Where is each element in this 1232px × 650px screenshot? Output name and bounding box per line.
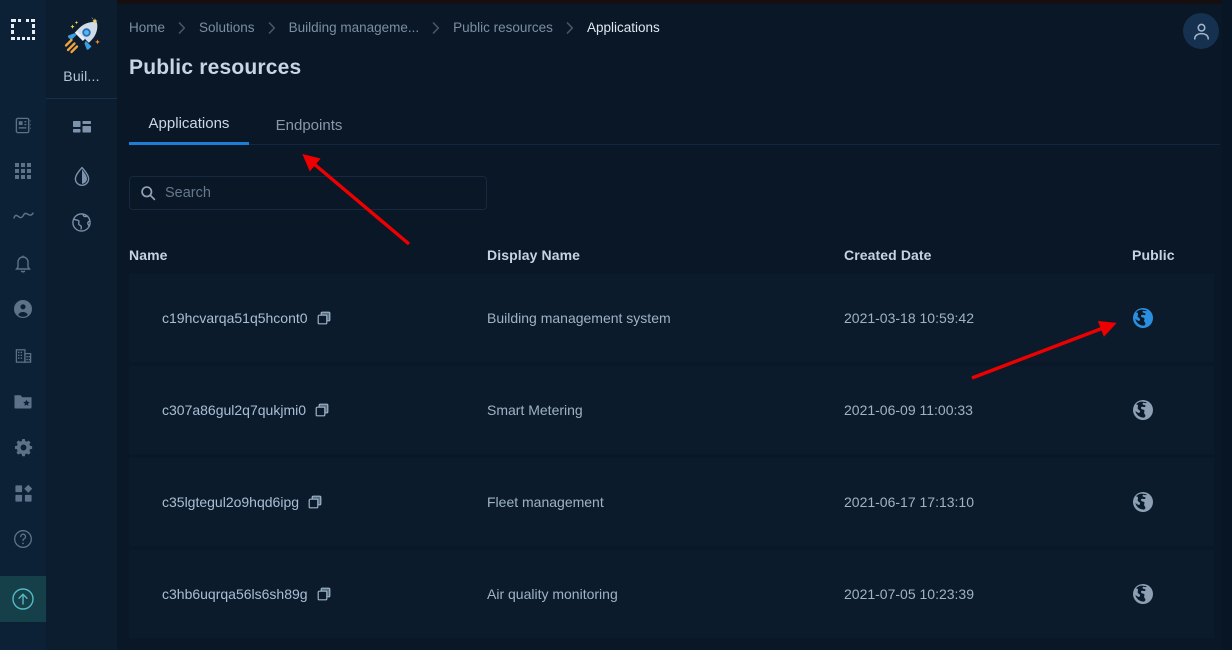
solution-nav-item-dashboard[interactable] <box>46 107 117 153</box>
rail-item-arrow-up-circle-icon[interactable] <box>0 576 46 622</box>
page-title: Public resources <box>129 56 302 79</box>
globe-icon[interactable] <box>1132 583 1154 605</box>
breadcrumb: Home Solutions Building manageme... Publ… <box>129 20 660 35</box>
solution-nav-panel: Buil... <box>46 0 117 650</box>
chevron-right-icon <box>165 21 199 34</box>
globe-icon[interactable] <box>1132 307 1154 329</box>
table-row[interactable]: c35lgtegul2o9hqd6ipg Fleet management 20… <box>129 458 1214 546</box>
cell-display-name: Smart Metering <box>487 402 583 418</box>
rail-item-building-icon[interactable] <box>0 332 46 378</box>
cell-name: c3hb6uqrqa56ls6sh89g <box>129 586 487 602</box>
chevron-right-icon <box>553 21 587 34</box>
chevron-right-icon <box>419 21 453 34</box>
breadcrumb-item-applications[interactable]: Applications <box>587 20 660 35</box>
cell-created-date: 2021-07-05 10:23:39 <box>844 586 974 602</box>
solution-nav-item-theme[interactable] <box>46 153 117 199</box>
column-header-name[interactable]: Name <box>129 247 487 263</box>
cell-display-name: Fleet management <box>487 494 604 510</box>
table-header-row: Name Display Name Created Date Public <box>129 236 1214 274</box>
tab-applications-label: Applications <box>148 115 230 132</box>
dashed-square-logo-icon[interactable] <box>0 8 46 54</box>
cell-name: c307a86gul2q7qukjmi0 <box>129 402 487 418</box>
cell-created-date: 2021-06-09 11:00:33 <box>844 402 973 418</box>
cell-public <box>1132 491 1212 513</box>
table-row[interactable]: c19hcvarqa51q5hcont0 Building management… <box>129 274 1214 362</box>
breadcrumb-item-home[interactable]: Home <box>129 20 165 35</box>
solution-nav-item-public-resources[interactable] <box>46 199 117 245</box>
primary-icon-rail <box>0 0 46 650</box>
cell-name: c19hcvarqa51q5hcont0 <box>129 310 487 326</box>
column-header-created-date[interactable]: Created Date <box>844 247 1132 263</box>
breadcrumb-item-solutions[interactable]: Solutions <box>199 20 255 35</box>
rail-item-widgets-icon[interactable] <box>0 470 46 516</box>
tab-endpoints-label: Endpoints <box>275 116 343 134</box>
application-name: c35lgtegul2o9hqd6ipg <box>162 494 300 510</box>
column-header-display-name[interactable]: Display Name <box>487 247 844 263</box>
copy-icon[interactable] <box>317 587 331 601</box>
globe-icon[interactable] <box>1132 491 1154 513</box>
cell-public <box>1132 307 1212 329</box>
tab-bar: Applications Endpoints <box>129 105 1220 145</box>
search-icon <box>140 185 156 201</box>
rail-item-user-circle-icon[interactable] <box>0 286 46 332</box>
cell-name: c35lgtegul2o9hqd6ipg <box>129 494 487 510</box>
user-avatar-icon[interactable] <box>1183 13 1219 49</box>
column-header-public[interactable]: Public <box>1132 247 1212 263</box>
copy-icon[interactable] <box>317 311 331 325</box>
rail-item-grid-apps-icon[interactable] <box>0 148 46 194</box>
rail-item-help-circle-icon[interactable] <box>0 516 46 562</box>
table-row[interactable]: c307a86gul2q7qukjmi0 Smart Metering 2021… <box>129 366 1214 454</box>
copy-icon[interactable] <box>308 495 322 509</box>
top-strip <box>117 0 1232 4</box>
copy-icon[interactable] <box>315 403 329 417</box>
breadcrumb-item-building-management[interactable]: Building manageme... <box>289 20 420 35</box>
search-box[interactable] <box>129 176 487 210</box>
chevron-right-icon <box>255 21 289 34</box>
solution-nav-items <box>46 99 117 245</box>
cell-created-date: 2021-06-17 17:13:10 <box>844 494 974 510</box>
tab-endpoints[interactable]: Endpoints <box>249 105 369 145</box>
rail-item-analytics-icon[interactable] <box>0 194 46 240</box>
app-window: Buil... Home Solutions Building manageme… <box>0 0 1232 650</box>
application-name: c19hcvarqa51q5hcont0 <box>162 310 308 326</box>
search-input[interactable] <box>165 185 476 201</box>
application-name: c3hb6uqrqa56ls6sh89g <box>162 586 308 602</box>
rail-item-notes-icon[interactable] <box>0 102 46 148</box>
breadcrumb-item-public-resources[interactable]: Public resources <box>453 20 553 35</box>
table-row[interactable]: c3hb6uqrqa56ls6sh89g Air quality monitor… <box>129 550 1214 638</box>
rail-item-list <box>0 102 46 562</box>
cell-public <box>1132 399 1212 421</box>
applications-table: Name Display Name Created Date Public c1… <box>129 236 1214 642</box>
solution-header: Buil... <box>46 0 117 84</box>
rail-item-folder-star-icon[interactable] <box>0 378 46 424</box>
right-edge-strip <box>1222 0 1232 650</box>
globe-icon[interactable] <box>1132 399 1154 421</box>
cell-public <box>1132 583 1212 605</box>
solution-title: Buil... <box>63 68 100 84</box>
main-content: Home Solutions Building manageme... Publ… <box>117 0 1232 650</box>
rail-item-bell-icon[interactable] <box>0 240 46 286</box>
cell-display-name: Building management system <box>487 310 671 326</box>
cell-created-date: 2021-03-18 10:59:42 <box>844 310 974 326</box>
application-name: c307a86gul2q7qukjmi0 <box>162 402 306 418</box>
rail-item-gear-icon[interactable] <box>0 424 46 470</box>
tab-applications[interactable]: Applications <box>129 105 249 145</box>
rocket-icon <box>59 14 105 60</box>
cell-display-name: Air quality monitoring <box>487 586 618 602</box>
